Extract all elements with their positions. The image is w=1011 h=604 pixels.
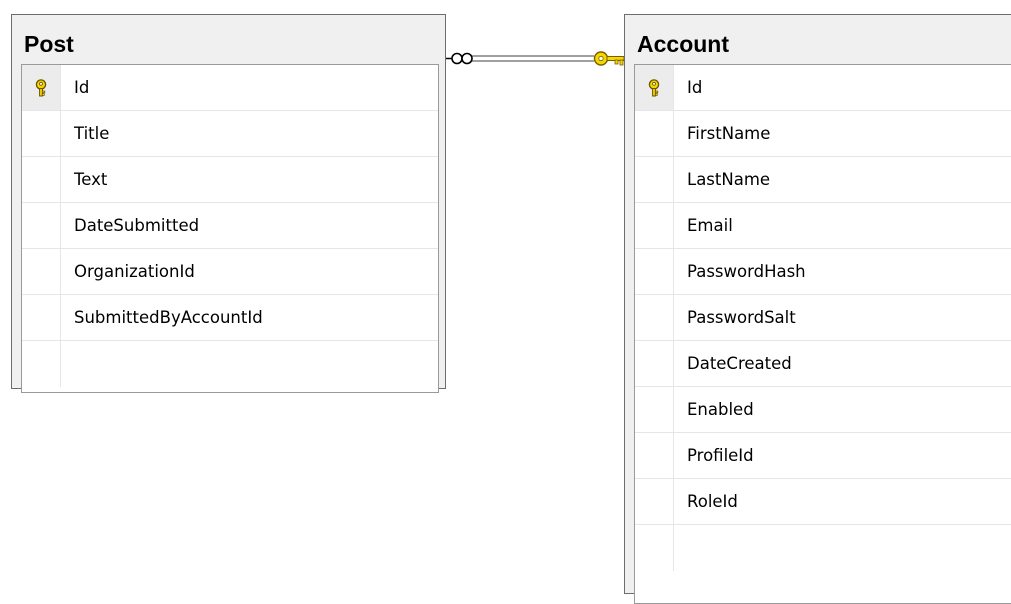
column-row[interactable]: DateSubmitted	[22, 203, 438, 249]
key-icon	[593, 51, 625, 66]
row-selector[interactable]	[22, 249, 61, 294]
row-selector[interactable]	[635, 203, 674, 248]
row-selector[interactable]	[635, 295, 674, 340]
column-row[interactable]: Text	[22, 157, 438, 203]
column-name: FirstName	[687, 124, 771, 143]
new-column-row[interactable]	[635, 525, 1011, 571]
column-row[interactable]: RoleId	[635, 479, 1011, 525]
row-selector[interactable]	[22, 203, 61, 248]
row-selector[interactable]	[22, 65, 61, 110]
row-selector[interactable]	[635, 341, 674, 386]
row-selector[interactable]	[635, 479, 674, 524]
row-selector[interactable]	[635, 433, 674, 478]
column-name: DateCreated	[687, 354, 792, 373]
infinity-icon	[446, 52, 473, 65]
column-name: LastName	[687, 170, 771, 189]
column-row[interactable]: Id	[635, 65, 1011, 111]
column-list: Id FirstName LastName Email PasswordHash…	[634, 64, 1011, 604]
row-selector[interactable]	[22, 111, 61, 156]
column-name: ProfileId	[687, 446, 754, 465]
column-name: PasswordHash	[687, 262, 806, 281]
column-row[interactable]: LastName	[635, 157, 1011, 203]
row-selector[interactable]	[22, 157, 61, 202]
column-row[interactable]: DateCreated	[635, 341, 1011, 387]
table-title[interactable]: Post	[24, 29, 74, 59]
column-row[interactable]: ProfileId	[635, 433, 1011, 479]
table-title[interactable]: Account	[637, 29, 729, 59]
column-name: RoleId	[687, 492, 738, 511]
column-name: PasswordSalt	[687, 308, 796, 327]
table-post[interactable]: Post Id Title Text DateSubmitted Organiz…	[11, 14, 446, 393]
column-row[interactable]: PasswordSalt	[635, 295, 1011, 341]
column-row[interactable]: Title	[22, 111, 438, 157]
column-name: SubmittedByAccountId	[74, 308, 263, 327]
column-row[interactable]: SubmittedByAccountId	[22, 295, 438, 341]
column-name: Text	[74, 170, 108, 189]
row-selector[interactable]	[635, 525, 674, 571]
primary-key-icon	[35, 78, 47, 96]
row-selector[interactable]	[635, 249, 674, 294]
column-row[interactable]: Enabled	[635, 387, 1011, 433]
new-column-row[interactable]	[22, 341, 438, 387]
row-selector[interactable]	[635, 387, 674, 432]
column-name: Id	[74, 78, 90, 97]
column-name: Title	[74, 124, 110, 143]
column-row[interactable]: Id	[22, 65, 438, 111]
column-row[interactable]: PasswordHash	[635, 249, 1011, 295]
column-row[interactable]: FirstName	[635, 111, 1011, 157]
column-name: Id	[687, 78, 703, 97]
row-selector[interactable]	[635, 157, 674, 202]
column-name: Email	[687, 216, 733, 235]
primary-key-icon	[648, 78, 660, 96]
row-selector[interactable]	[22, 295, 61, 340]
column-row[interactable]: Email	[635, 203, 1011, 249]
column-name: Enabled	[687, 400, 754, 419]
column-name: OrganizationId	[74, 262, 195, 281]
row-selector[interactable]	[22, 341, 61, 387]
column-row[interactable]: OrganizationId	[22, 249, 438, 295]
row-selector[interactable]	[635, 111, 674, 156]
row-selector[interactable]	[635, 65, 674, 110]
column-list: Id Title Text DateSubmitted Organization…	[21, 64, 439, 393]
column-name: DateSubmitted	[74, 216, 200, 235]
table-account[interactable]: Account Id FirstName LastName Email Pass…	[624, 14, 1011, 604]
